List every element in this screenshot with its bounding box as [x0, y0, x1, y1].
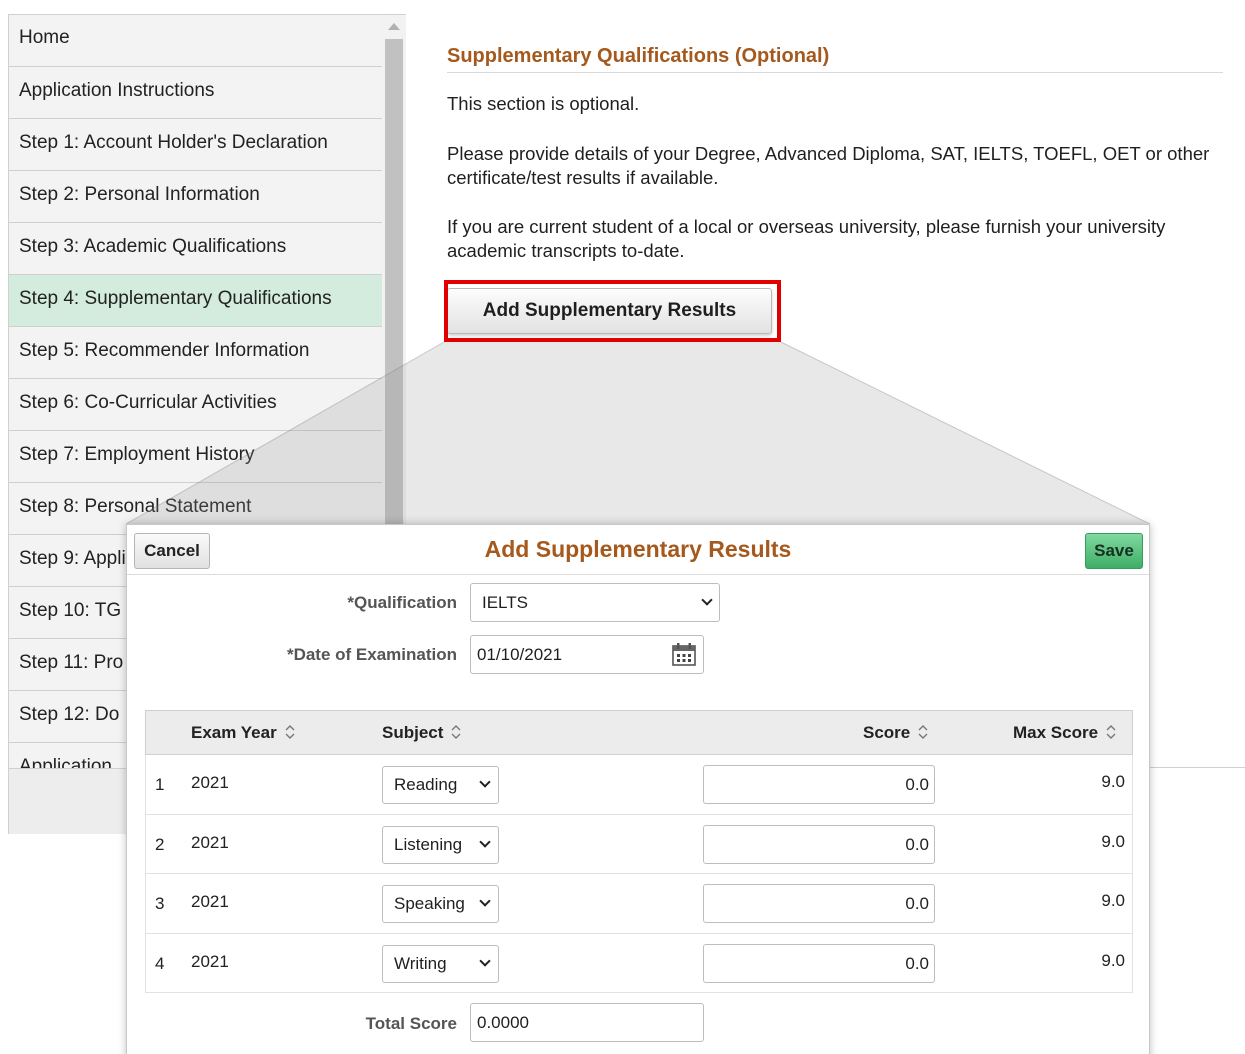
exam-year-cell: 2021 — [191, 892, 229, 911]
sort-icon — [918, 725, 928, 739]
subject-value: Listening — [394, 834, 463, 854]
row-number: 1 — [155, 775, 165, 794]
header-subject[interactable]: Subject — [382, 723, 463, 743]
row-number: 2 — [155, 834, 165, 854]
save-button[interactable]: Save — [1085, 533, 1143, 569]
sidebar-item-step-3[interactable]: Step 3: Academic Qualifications — [9, 223, 382, 275]
score-input[interactable]: 0.0 — [703, 884, 935, 923]
table-header: Exam Year Subject Score Max Score — [145, 710, 1133, 755]
exam-date-label: *Date of Examination — [286, 645, 457, 664]
sidebar-item-step-1[interactable]: Step 1: Account Holder's Declaration — [9, 119, 382, 171]
sort-icon — [285, 725, 295, 739]
score-input[interactable]: 0.0 — [703, 943, 935, 983]
subject-select[interactable]: Writing — [382, 944, 499, 983]
exam-year-cell: 2021 — [191, 832, 229, 852]
total-score-input[interactable]: 0.0000 — [470, 1003, 704, 1042]
chevron-down-icon — [479, 954, 491, 967]
subject-value: Reading — [394, 775, 458, 794]
exam-year-cell: 2021 — [191, 951, 229, 971]
header-max-score[interactable]: Max Score — [1013, 723, 1118, 743]
qualification-label: *Qualification — [347, 593, 457, 612]
subject-value: Speaking — [394, 894, 465, 913]
score-input[interactable]: 0.0 — [703, 765, 935, 804]
max-score-cell: 9.0 — [1101, 950, 1125, 970]
subject-select[interactable]: Speaking — [382, 885, 499, 923]
sidebar-item-application-instructions[interactable]: Application Instructions — [9, 67, 382, 119]
highlight-box — [444, 280, 781, 342]
sidebar-item-step-4[interactable]: Step 4: Supplementary Qualifications — [9, 275, 382, 327]
page-title: Supplementary Qualifications (Optional) — [447, 45, 1223, 73]
header-subject-label: Subject — [382, 723, 444, 742]
table-row: 2 2021 Listening 0.0 9.0 — [145, 814, 1133, 874]
header-exam-year[interactable]: Exam Year — [191, 723, 297, 743]
header-score-label: Score — [863, 723, 911, 742]
score-input[interactable]: 0.0 — [703, 824, 935, 864]
max-score-cell: 9.0 — [1101, 772, 1125, 791]
chevron-down-icon — [701, 594, 713, 606]
exam-date-input[interactable]: 01/10/2021 — [470, 635, 704, 674]
exam-year-cell: 2021 — [191, 773, 229, 792]
content-footer-band — [1150, 767, 1245, 835]
subject-select[interactable]: Reading — [382, 766, 499, 804]
cancel-button[interactable]: Cancel — [134, 533, 210, 569]
table-row: 1 2021 Reading 0.0 9.0 — [145, 755, 1133, 815]
transcript-paragraph: If you are current student of a local or… — [447, 216, 1166, 261]
table-row: 4 2021 Writing 0.0 9.0 — [145, 933, 1133, 993]
calendar-icon[interactable] — [671, 641, 697, 667]
scroll-up-arrow-icon[interactable] — [388, 23, 400, 30]
results-table: Exam Year Subject Score Max Score 1 2021… — [145, 710, 1133, 993]
total-score-label: Total Score — [365, 1014, 457, 1033]
instructions-paragraph: Please provide details of your Degree, A… — [447, 143, 1210, 188]
qualification-select[interactable]: IELTS — [470, 583, 720, 622]
table-row: 3 2021 Speaking 0.0 9.0 — [145, 874, 1133, 934]
chevron-down-icon — [479, 895, 491, 907]
header-score[interactable]: Score — [863, 723, 930, 743]
sidebar-item-step-6[interactable]: Step 6: Co-Curricular Activities — [9, 379, 382, 431]
header-exam-year-label: Exam Year — [191, 723, 277, 742]
modal-title: Add Supplementary Results — [484, 536, 792, 562]
subject-select[interactable]: Listening — [382, 825, 499, 864]
header-max-score-label: Max Score — [1013, 723, 1099, 742]
sidebar-item-step-2[interactable]: Step 2: Personal Information — [9, 171, 382, 223]
sort-icon — [451, 725, 461, 739]
add-results-modal: Add Supplementary Results Cancel Save *Q… — [126, 524, 1150, 1054]
optional-note: This section is optional. — [447, 93, 640, 114]
sidebar-item-home[interactable]: Home — [9, 15, 382, 67]
chevron-down-icon — [479, 776, 491, 788]
sort-icon — [1106, 725, 1116, 739]
modal-header: Add Supplementary Results Cancel Save — [127, 525, 1149, 575]
sidebar-item-step-7[interactable]: Step 7: Employment History — [9, 431, 382, 483]
subject-value: Writing — [394, 953, 447, 973]
max-score-cell: 9.0 — [1101, 891, 1125, 910]
sidebar-item-step-5[interactable]: Step 5: Recommender Information — [9, 327, 382, 379]
row-number: 3 — [155, 894, 165, 913]
row-number: 4 — [155, 953, 165, 973]
max-score-cell: 9.0 — [1101, 831, 1125, 851]
qualification-value: IELTS — [482, 593, 528, 612]
chevron-down-icon — [479, 835, 491, 848]
scrollbar-thumb[interactable] — [385, 39, 403, 559]
